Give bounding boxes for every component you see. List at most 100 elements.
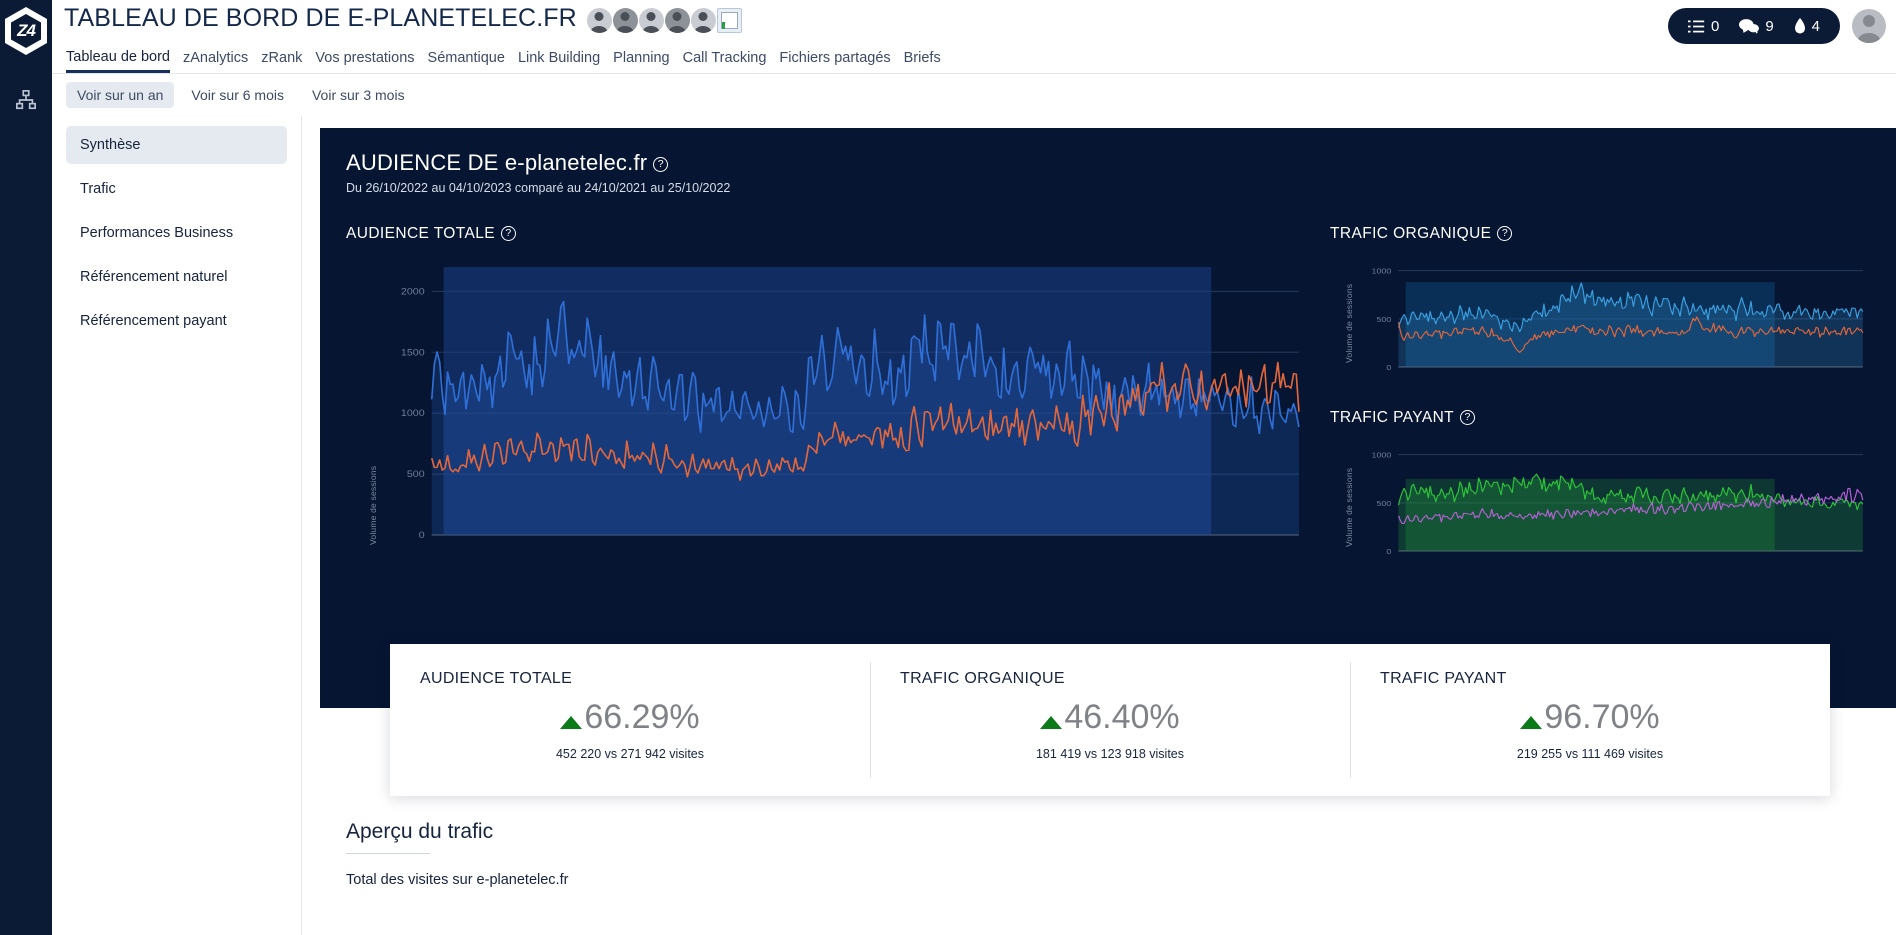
- svg-text:1000: 1000: [1372, 267, 1392, 275]
- comments-icon: [1739, 19, 1760, 34]
- avatar-2[interactable]: [612, 8, 638, 33]
- svg-text:500: 500: [1376, 315, 1391, 323]
- stat-label: TRAFIC PAYANT: [1380, 670, 1507, 687]
- stat-value-wrap: 96.70%: [1380, 698, 1800, 737]
- chart-trafic-organique: TRAFIC ORGANIQUE? Volume de sessions 0 50…: [1330, 225, 1870, 383]
- stat-value: 96.70%: [1544, 698, 1660, 736]
- chart-audience-totale-ylabel: Volume de sessions: [368, 465, 378, 545]
- comments-badge[interactable]: 9: [1739, 18, 1774, 35]
- audience-panel-title-text: AUDIENCE DE e-planetelec.fr: [346, 150, 648, 175]
- avatar-1[interactable]: [586, 8, 612, 33]
- chart-audience-totale-heading: AUDIENCE TOTALE?: [346, 225, 1306, 243]
- sidebar-item-synthese[interactable]: Synthèse: [66, 126, 287, 164]
- left-rail: Z4: [0, 0, 52, 935]
- nav-tab-vos-prestations[interactable]: Vos prestations: [315, 50, 414, 71]
- main-nav-tabs: Tableau de bord zAnalytics zRank Vos pre…: [52, 48, 1896, 74]
- svg-text:1500: 1500: [401, 348, 425, 358]
- nav-tab-link-building[interactable]: Link Building: [518, 50, 600, 71]
- header-right-cluster: 0 9 4: [1667, 8, 1886, 44]
- stat-sub: 452 220 vs 271 942 visites: [555, 747, 705, 761]
- svg-text:0: 0: [1386, 548, 1391, 556]
- chart-audience-totale-plot: 0 500 1000 1500 2000: [401, 267, 1300, 541]
- stat-value: 66.29%: [584, 698, 700, 736]
- sidebar-item-performances-business[interactable]: Performances Business: [66, 214, 287, 252]
- audience-panel: AUDIENCE DE e-planetelec.fr? Du 26/10/20…: [320, 128, 1896, 796]
- chart-trafic-payant-ylabel: Volume de sessions: [1344, 467, 1355, 547]
- stat-cards: AUDIENCE TOTALE 66.29% 452 220 vs 271 94…: [390, 644, 1830, 796]
- sitemap-icon[interactable]: [15, 89, 37, 116]
- chart-trafic-payant-plot: 0 500 1000: [1372, 451, 1864, 556]
- stat-value: 46.40%: [1064, 698, 1180, 736]
- collaborator-avatars: [586, 8, 742, 33]
- nav-tab-fichiers-partages[interactable]: Fichiers partagés: [779, 50, 890, 71]
- chart-audience-totale: AUDIENCE TOTALE? Volume de sessions 0 500…: [346, 199, 1306, 567]
- traffic-overview-heading: Aperçu du trafic: [346, 820, 494, 843]
- traffic-overview-line: Total des visites sur e-planetelec.fr: [346, 872, 569, 888]
- question-circle-icon[interactable]: ?: [500, 225, 516, 241]
- nav-tab-semantique[interactable]: Sémantique: [428, 50, 505, 71]
- title-block: TABLEAU DE BORD DE E-PLANETELEC.FR: [52, 0, 742, 33]
- period-button-3-mois[interactable]: Voir sur 3 mois: [301, 82, 416, 108]
- app-logo[interactable]: Z4: [5, 7, 47, 55]
- avatar-3[interactable]: [638, 8, 664, 33]
- page-title: TABLEAU DE BORD DE E-PLANETELEC.FR: [64, 4, 577, 32]
- svg-text:1000: 1000: [1372, 451, 1392, 459]
- chart-trafic-payant: TRAFIC PAYANT? Volume de sessions 0 500 10…: [1330, 409, 1870, 567]
- sidebar-item-trafic[interactable]: Trafic: [66, 170, 287, 208]
- sidebar-item-referencement-payant[interactable]: Référencement payant: [66, 302, 287, 340]
- avatar-4[interactable]: [664, 8, 690, 33]
- period-button-6-mois[interactable]: Voir sur 6 mois: [180, 82, 295, 108]
- stat-value-wrap: 46.40%: [900, 698, 1320, 737]
- question-circle-icon[interactable]: ?: [1460, 409, 1476, 425]
- svg-text:0: 0: [1386, 364, 1391, 372]
- nav-tab-briefs[interactable]: Briefs: [904, 50, 941, 71]
- audience-panel-title: AUDIENCE DE e-planetelec.fr?: [346, 150, 1870, 176]
- svg-text:0: 0: [419, 531, 425, 541]
- trend-up-icon: [1520, 716, 1543, 729]
- app-logo-text: Z4: [11, 14, 41, 48]
- sidebar-item-referencement-naturel[interactable]: Référencement naturel: [66, 258, 287, 296]
- nav-tab-zrank[interactable]: zRank: [261, 50, 302, 71]
- nav-tab-tableau-de-bord[interactable]: Tableau de bord: [66, 49, 170, 73]
- report-doc-icon[interactable]: [716, 8, 742, 33]
- question-circle-icon[interactable]: ?: [653, 156, 669, 172]
- tasks-icon: [1687, 20, 1705, 32]
- chart-trafic-organique-plot: 0 500 1000: [1372, 267, 1864, 372]
- chart-trafic-organique-heading: TRAFIC ORGANIQUE?: [1330, 225, 1870, 243]
- chart-trafic-organique-ylabel: Volume de sessions: [1344, 283, 1355, 363]
- chart-trafic-payant-heading: TRAFIC PAYANT?: [1330, 409, 1870, 427]
- nav-tab-planning[interactable]: Planning: [613, 50, 669, 71]
- stat-sub: 219 255 vs 111 469 visites: [1516, 747, 1664, 761]
- tasks-badge[interactable]: 0: [1687, 17, 1720, 35]
- chart-audience-totale-heading-text: AUDIENCE TOTALE: [346, 225, 495, 242]
- chart-trafic-payant-heading-text: TRAFIC PAYANT: [1330, 409, 1455, 426]
- trend-up-icon: [560, 716, 583, 729]
- notification-badges[interactable]: 0 9 4: [1667, 8, 1840, 44]
- secondary-sidebar: Synthèse Trafic Performances Business Ré…: [52, 116, 302, 935]
- stat-value-wrap: 66.29%: [420, 698, 840, 737]
- stat-card-trafic-organique: TRAFIC ORGANIQUE 46.40% 181 419 vs 123 9…: [870, 644, 1350, 796]
- body-row: Synthèse Trafic Performances Business Ré…: [52, 116, 1896, 935]
- chart-trafic-organique-heading-text: TRAFIC ORGANIQUE: [1330, 225, 1492, 242]
- period-selector: Voir sur un an Voir sur 6 mois Voir sur …: [52, 74, 1896, 116]
- svg-text:500: 500: [1376, 499, 1391, 507]
- stat-card-trafic-payant: TRAFIC PAYANT 96.70% 219 255 vs 111 469 …: [1350, 644, 1830, 796]
- heading-rule: [346, 853, 430, 854]
- nav-tab-zanalytics[interactable]: zAnalytics: [183, 50, 248, 71]
- audience-panel-subtitle: Du 26/10/2022 au 04/10/2023 comparé au 2…: [346, 181, 731, 195]
- user-avatar[interactable]: [1852, 9, 1886, 43]
- flame-count: 4: [1811, 17, 1820, 35]
- flame-badge[interactable]: 4: [1794, 17, 1820, 35]
- svg-text:1000: 1000: [401, 409, 425, 419]
- nav-tab-call-tracking[interactable]: Call Tracking: [683, 50, 767, 71]
- question-circle-icon[interactable]: ?: [1497, 225, 1513, 241]
- avatar-5[interactable]: [690, 8, 716, 33]
- flame-icon: [1794, 17, 1805, 33]
- right-charts-column: TRAFIC ORGANIQUE? Volume de sessions 0 50…: [1330, 199, 1870, 567]
- svg-text:2000: 2000: [401, 287, 425, 297]
- svg-text:500: 500: [407, 470, 425, 480]
- stat-label: TRAFIC ORGANIQUE: [900, 670, 1065, 687]
- main-content: AUDIENCE DE e-planetelec.fr? Du 26/10/20…: [302, 116, 1896, 935]
- tasks-count: 0: [1710, 17, 1720, 35]
- period-button-un-an[interactable]: Voir sur un an: [66, 82, 175, 108]
